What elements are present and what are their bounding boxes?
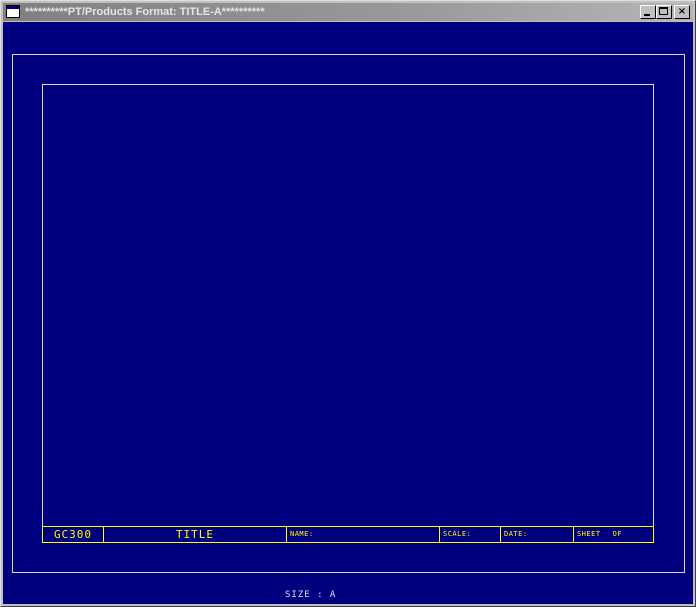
- maximize-icon: [659, 7, 668, 15]
- sheet-cell: SHEET OF: [574, 527, 653, 542]
- drawing-number: GC300: [53, 528, 93, 541]
- scale-label: SCALE:: [443, 530, 472, 538]
- date-label: DATE:: [504, 530, 528, 538]
- window-title: **********PT/Products Format: TITLE-A***…: [25, 6, 265, 18]
- name-label: NAME:: [290, 530, 314, 538]
- date-cell: DATE:: [501, 527, 574, 542]
- sheet-label: SHEET: [577, 530, 601, 538]
- drawing-title: TITLE: [175, 528, 215, 541]
- sheet-size-label: SIZE : A: [285, 590, 337, 600]
- window-titlebar[interactable]: **********PT/Products Format: TITLE-A***…: [3, 3, 693, 21]
- name-cell: NAME:: [287, 527, 440, 542]
- window-app-icon[interactable]: [6, 5, 20, 18]
- close-button[interactable]: ×: [674, 5, 690, 19]
- minimize-button[interactable]: [640, 5, 656, 19]
- drawing-canvas[interactable]: GC300 TITLE NAME: SCALE: DATE: SHEET OF S…: [3, 22, 693, 604]
- maximize-button[interactable]: [656, 5, 672, 19]
- scale-cell: SCALE:: [440, 527, 501, 542]
- drawing-number-cell: GC300: [43, 527, 104, 542]
- format-window: **********PT/Products Format: TITLE-A***…: [0, 0, 696, 607]
- of-label: OF: [612, 530, 623, 538]
- drawing-frame-border: [42, 84, 654, 543]
- minimize-icon: [644, 14, 650, 16]
- title-block: GC300 TITLE NAME: SCALE: DATE: SHEET OF: [42, 526, 654, 543]
- title-cell: TITLE: [104, 527, 287, 542]
- close-icon: ×: [677, 6, 687, 17]
